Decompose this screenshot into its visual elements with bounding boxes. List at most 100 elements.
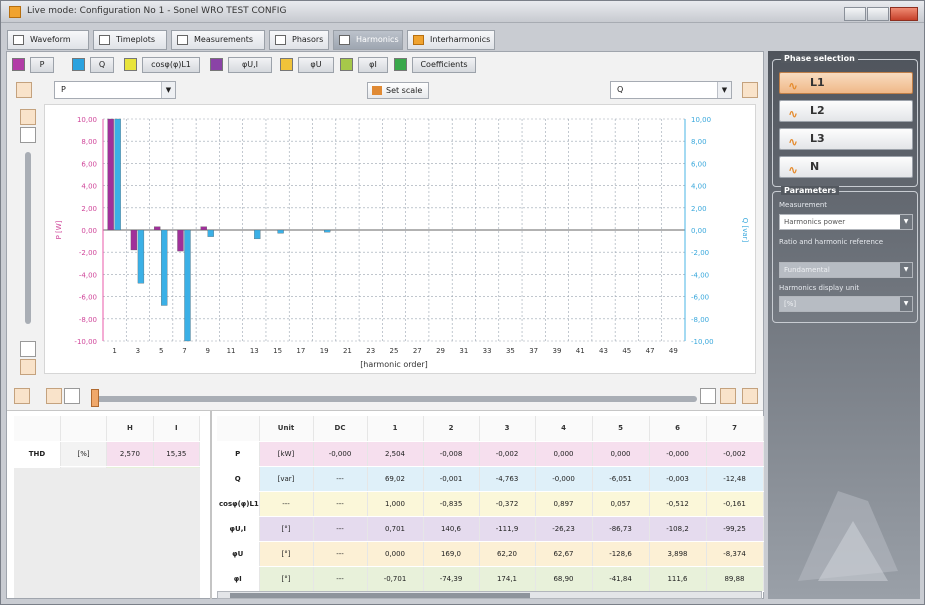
left-axis-config-icon[interactable] bbox=[16, 82, 32, 98]
unit-value: [%] bbox=[784, 300, 797, 308]
tab-waveform[interactable]: Waveform bbox=[7, 30, 89, 50]
reset-zoom-icon[interactable] bbox=[20, 359, 36, 375]
left-axis-value: P bbox=[61, 85, 66, 94]
series-q-button[interactable]: Q bbox=[90, 57, 114, 73]
table-cell: -0,835 bbox=[423, 491, 480, 517]
y-tick-label-right: -4,00 bbox=[691, 271, 709, 279]
header-cell: 5 bbox=[592, 416, 650, 442]
table-header-row: H I bbox=[14, 416, 201, 442]
minimize-button[interactable] bbox=[844, 7, 866, 21]
series-phii-button[interactable]: φI bbox=[358, 57, 388, 73]
table-cell: -0,002 bbox=[706, 441, 764, 467]
export-icon[interactable] bbox=[742, 388, 758, 404]
harmonics-panel: P Q cosφ(φ)L1 φU,I φU φI Coefficients P ▼… bbox=[6, 51, 764, 599]
maximize-button[interactable] bbox=[867, 7, 889, 21]
y-tick-label-right: -6,00 bbox=[691, 294, 709, 302]
q-color-swatch bbox=[72, 58, 85, 71]
table-header-row: Unit DC 1 2 3 4 5 6 7 bbox=[217, 416, 764, 442]
y-axis-label-left: P [W] bbox=[55, 220, 63, 239]
vertical-zoom-slider[interactable] bbox=[25, 152, 31, 324]
p-color-swatch bbox=[12, 58, 25, 71]
zoom-out-icon[interactable] bbox=[20, 341, 36, 357]
scrollbar-thumb[interactable] bbox=[230, 593, 530, 598]
zoom-in-icon[interactable] bbox=[20, 127, 36, 143]
series-p-button[interactable]: P bbox=[30, 57, 54, 73]
x-tick-label: 11 bbox=[227, 347, 236, 355]
table-row: φU [°] --- 0,000 169,0 62,20 62,67 -128,6 3,… bbox=[217, 541, 764, 567]
tab-interharmonics[interactable]: Interharmonics bbox=[407, 30, 495, 50]
tab-phasors[interactable]: Phasors bbox=[269, 30, 329, 50]
header-cell bbox=[14, 416, 61, 442]
y-tick-label-right: -2,00 bbox=[691, 249, 709, 257]
zoom-out-icon[interactable] bbox=[64, 388, 80, 404]
bar-q bbox=[137, 229, 145, 284]
waveform-icon bbox=[13, 35, 24, 45]
phase-selection-group: Phase selection ∿ L1 ∿ L2 ∿ L3 ∿ N bbox=[772, 54, 918, 187]
chevron-down-icon: ▼ bbox=[717, 82, 731, 98]
series-coefficients-button[interactable]: Coefficients bbox=[412, 57, 476, 73]
bar-chart-icon bbox=[339, 35, 350, 45]
table-cell: 0,000 bbox=[367, 541, 424, 567]
x-tick-label: 27 bbox=[413, 347, 422, 355]
phasor-icon bbox=[275, 35, 286, 45]
phiu-color-swatch bbox=[280, 58, 293, 71]
set-scale-button[interactable]: Set scale bbox=[367, 82, 429, 99]
phase-l2-button[interactable]: ∿ L2 bbox=[779, 100, 913, 122]
header-cell: I bbox=[153, 416, 201, 442]
zoom-in-icon[interactable] bbox=[700, 388, 716, 404]
unit-select[interactable]: [%] ▼ bbox=[779, 296, 913, 312]
scale-icon bbox=[372, 86, 382, 95]
phase-l1-button[interactable]: ∿ L1 bbox=[779, 72, 913, 94]
table-cell: -8,374 bbox=[706, 541, 764, 567]
y-tick-label-left: 8,00 bbox=[81, 138, 97, 146]
phiui-color-swatch bbox=[210, 58, 223, 71]
fit-horizontal-right-icon[interactable] bbox=[720, 388, 736, 404]
x-tick-label: 43 bbox=[599, 347, 608, 355]
table-cell: 15,35 bbox=[153, 441, 201, 467]
y-tick-label-right: 10,00 bbox=[691, 116, 711, 124]
table-cell: 0,000 bbox=[592, 441, 650, 467]
tab-timeplots[interactable]: Timeplots bbox=[93, 30, 167, 50]
slider-handle[interactable] bbox=[91, 389, 99, 407]
reference-select[interactable]: Fundamental ▼ bbox=[779, 262, 913, 278]
fit-vertical-icon[interactable] bbox=[20, 109, 36, 125]
fit-horizontal-icon[interactable] bbox=[14, 388, 30, 404]
reset-zoom-horizontal-icon[interactable] bbox=[46, 388, 62, 404]
phase-label: L3 bbox=[810, 132, 825, 145]
phase-l3-button[interactable]: ∿ L3 bbox=[779, 128, 913, 150]
series-phiui-button[interactable]: φU,I bbox=[228, 57, 272, 73]
header-cell: 4 bbox=[535, 416, 593, 442]
phase-label: L2 bbox=[810, 104, 825, 117]
measurement-value: Harmonics power bbox=[784, 218, 846, 226]
x-tick-label: 37 bbox=[529, 347, 538, 355]
main-window: Live mode: Configuration No 1 - Sonel WR… bbox=[0, 0, 925, 605]
right-axis-select[interactable]: Q ▼ bbox=[610, 81, 732, 99]
table-cell: 0,057 bbox=[592, 491, 650, 517]
series-cosphi-button[interactable]: cosφ(φ)L1 bbox=[142, 57, 200, 73]
measurement-select[interactable]: Harmonics power ▼ bbox=[779, 214, 913, 230]
phase-selection-title: Phase selection bbox=[781, 54, 858, 63]
table-splitter[interactable] bbox=[210, 411, 212, 599]
table-cell: -0,701 bbox=[367, 566, 424, 592]
table-empty-area bbox=[14, 468, 200, 598]
bar-q bbox=[254, 229, 261, 240]
table-row: φI [°] --- -0,701 -74,39 174,1 68,90 -41,84… bbox=[217, 566, 764, 592]
right-axis-config-icon[interactable] bbox=[742, 82, 758, 98]
x-tick-label: 3 bbox=[136, 347, 140, 355]
series-phiu-button[interactable]: φU bbox=[298, 57, 334, 73]
table-horizontal-scrollbar[interactable] bbox=[217, 591, 762, 599]
close-button[interactable] bbox=[890, 7, 918, 21]
table-cell: 2,570 bbox=[106, 441, 154, 467]
phase-n-button[interactable]: ∿ N bbox=[779, 156, 913, 178]
x-tick-label: 9 bbox=[206, 347, 210, 355]
y-tick-label-right: 0,00 bbox=[691, 227, 707, 235]
tab-measurements[interactable]: Measurements bbox=[171, 30, 265, 50]
x-tick-label: 35 bbox=[506, 347, 515, 355]
tab-harmonics[interactable]: Harmonics bbox=[333, 30, 403, 50]
harmonics-chart: 10,00 8,00 6,00 4,00 2,00 0,00 -2,00 -4,00 -6,00… bbox=[44, 104, 756, 374]
left-axis-select[interactable]: P ▼ bbox=[54, 81, 176, 99]
horizontal-zoom-slider[interactable] bbox=[91, 396, 697, 402]
phii-color-swatch bbox=[340, 58, 353, 71]
header-cell: DC bbox=[313, 416, 368, 442]
bar-p bbox=[200, 226, 207, 231]
